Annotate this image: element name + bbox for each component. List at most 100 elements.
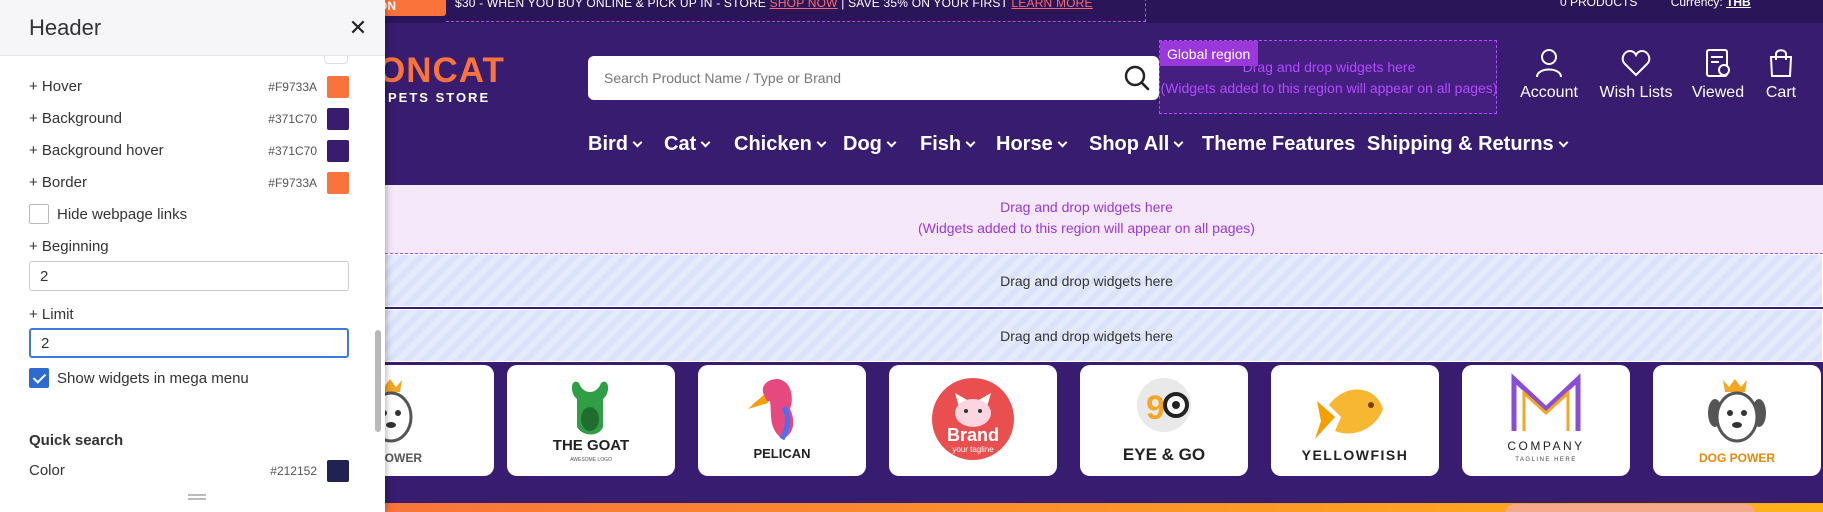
background-hover-color-label: + Background hover (29, 142, 164, 159)
currency-label: Currency: (1670, 0, 1723, 9)
promo-banner-pill (1505, 504, 1755, 512)
logo-name: ONCAT (378, 52, 505, 90)
panel-header: Header ✕ (0, 0, 385, 56)
hover-color-hex: #F9733A (268, 80, 317, 94)
brand-card[interactable]: COMPANY TAGLINE HERE (1462, 365, 1630, 476)
logo-tagline: PETS STORE (388, 90, 491, 105)
brand-card[interactable]: DOG POWER (1653, 365, 1821, 476)
the-goat-logo-icon: THE GOAT AWESOME LOGO (553, 381, 629, 463)
background-color-swatch[interactable] (327, 108, 349, 130)
widget-drop-region[interactable]: Drag and drop widgets here (350, 309, 1823, 362)
quick-search-color-hex: #212152 (270, 464, 317, 478)
eye-and-go-logo-icon: 9 EYE & GO (1123, 378, 1205, 464)
border-color-setting[interactable]: + Border #F9733A (29, 172, 349, 194)
products-count[interactable]: 0 PRODUCTS (1560, 0, 1637, 9)
shop-now-link[interactable]: SHOP NOW (770, 0, 838, 10)
hover-color-setting[interactable]: + Hover #F9733A (29, 76, 349, 98)
chevron-down-icon (632, 137, 643, 148)
brand-cat-logo-icon: Brand your tagline (932, 378, 1014, 460)
show-widgets-mega-menu-checkbox[interactable] (29, 368, 49, 388)
currency-selector[interactable]: THB (1726, 0, 1751, 9)
search-icon[interactable] (1121, 63, 1153, 93)
collapsed-control-handle[interactable] (324, 56, 348, 64)
beginning-label: + Beginning (29, 238, 109, 255)
cart-label: Cart (1765, 84, 1797, 101)
hover-color-label: + Hover (29, 78, 82, 95)
logo-name-main: ONCAT (378, 51, 505, 90)
nav-item-dog[interactable]: Dog (843, 133, 897, 156)
viewed-icon (1706, 49, 1730, 77)
svg-text:YELLOWFISH: YELLOWFISH (1302, 447, 1409, 463)
cart-link[interactable]: Cart (1760, 48, 1802, 102)
widget-drop-region[interactable]: Drag and drop widgets here (350, 254, 1823, 307)
chevron-down-icon (886, 137, 897, 148)
promo-text-1: $30 - WHEN YOU BUY ONLINE & PICK UP IN -… (455, 0, 767, 10)
quick-search-color-setting[interactable]: Color #212152 (29, 460, 349, 482)
background-hover-color-hex: #371C70 (268, 144, 317, 158)
chevron-down-icon (965, 137, 976, 148)
beginning-input[interactable] (29, 261, 349, 291)
hide-webpage-links-checkbox[interactable] (29, 204, 49, 224)
pelican-logo-icon: PELICAN (748, 379, 811, 461)
brand-card[interactable]: Brand your tagline (889, 365, 1057, 476)
show-widgets-mega-menu-label: Show widgets in mega menu (57, 370, 249, 387)
brand-card[interactable]: 9 EYE & GO (1080, 365, 1248, 476)
account-label: Account (1520, 84, 1578, 101)
svg-text:COMPANY: COMPANY (1507, 439, 1584, 453)
chevron-down-icon (1558, 137, 1569, 148)
chevron-down-icon (1057, 137, 1068, 148)
account-icon (1536, 49, 1562, 78)
nav-item-horse[interactable]: Horse (996, 133, 1068, 156)
wishlists-link[interactable]: Wish Lists (1597, 48, 1675, 102)
background-color-hex: #371C70 (268, 112, 317, 126)
account-link[interactable]: Account (1520, 48, 1578, 102)
panel-title: Header (29, 15, 102, 40)
background-hover-color-setting[interactable]: + Background hover #371C70 (29, 140, 349, 162)
store-logo[interactable]: ONCAT PETS STORE (378, 52, 505, 106)
brand-card[interactable]: PELICAN (698, 365, 866, 476)
background-color-setting[interactable]: + Background #371C70 (29, 108, 349, 130)
brand-card[interactable]: YELLOWFISH (1271, 365, 1439, 476)
nav-item-cat[interactable]: Cat (664, 133, 711, 156)
border-color-label: + Border (29, 174, 87, 191)
svg-text:Brand: Brand (947, 425, 999, 445)
quick-search-color-swatch[interactable] (327, 460, 349, 482)
background-color-label: + Background (29, 110, 122, 127)
panel-resize-handle[interactable] (188, 494, 206, 500)
border-color-hex: #F9733A (268, 176, 317, 190)
border-color-swatch[interactable] (327, 172, 349, 194)
learn-more-link[interactable]: LEARN MORE (1011, 0, 1092, 10)
search-bar (588, 56, 1159, 100)
nav-item-bird[interactable]: Bird (588, 133, 643, 156)
viewed-link[interactable]: Viewed (1690, 48, 1746, 102)
promo-text: $30 - WHEN YOU BUY ONLINE & PICK UP IN -… (455, 0, 1093, 10)
limit-label: + Limit (29, 306, 74, 323)
chevron-down-icon (700, 137, 711, 148)
chevron-down-icon (1173, 137, 1184, 148)
wishlists-label: Wish Lists (1599, 84, 1673, 101)
viewed-label: Viewed (1691, 84, 1745, 101)
close-icon[interactable]: ✕ (348, 17, 368, 39)
svg-text:AWESOME LOGO: AWESOME LOGO (570, 457, 612, 463)
svg-text:your tagline: your tagline (952, 445, 994, 454)
yellowfish-logo-icon: YELLOWFISH (1302, 389, 1409, 463)
quick-search-color-label: Color (29, 462, 65, 479)
nav-item-fish[interactable]: Fish (920, 133, 976, 156)
nav-item-shipping-returns[interactable]: Shipping & Returns (1367, 133, 1569, 156)
global-region[interactable]: Drag and drop widgets here (Widgets adde… (1159, 40, 1497, 114)
brand-card[interactable]: THE GOAT AWESOME LOGO (507, 365, 675, 476)
panel-scrollbar-thumb[interactable] (375, 330, 381, 432)
company-logo-icon: COMPANY TAGLINE HERE (1507, 373, 1584, 463)
promo-text-2: SAVE 35% ON YOUR FIRST (848, 0, 1008, 10)
nav-item-shop-all[interactable]: Shop All (1089, 133, 1184, 156)
nav-item-chicken[interactable]: Chicken (734, 133, 827, 156)
nav-item-theme-features[interactable]: Theme Features (1202, 133, 1355, 156)
search-input[interactable] (604, 67, 1084, 89)
background-hover-color-swatch[interactable] (327, 140, 349, 162)
hide-webpage-links-label: Hide webpage links (57, 206, 188, 223)
brand-carousel: G POWER THE GOAT AWESOME LOGO PELICAN Br… (326, 365, 1823, 478)
panel-scrollbar[interactable] (374, 56, 382, 512)
limit-input[interactable] (29, 328, 349, 358)
global-widget-region[interactable]: Drag and drop widgets here (Widgets adde… (350, 185, 1823, 254)
hover-color-swatch[interactable] (327, 76, 349, 98)
